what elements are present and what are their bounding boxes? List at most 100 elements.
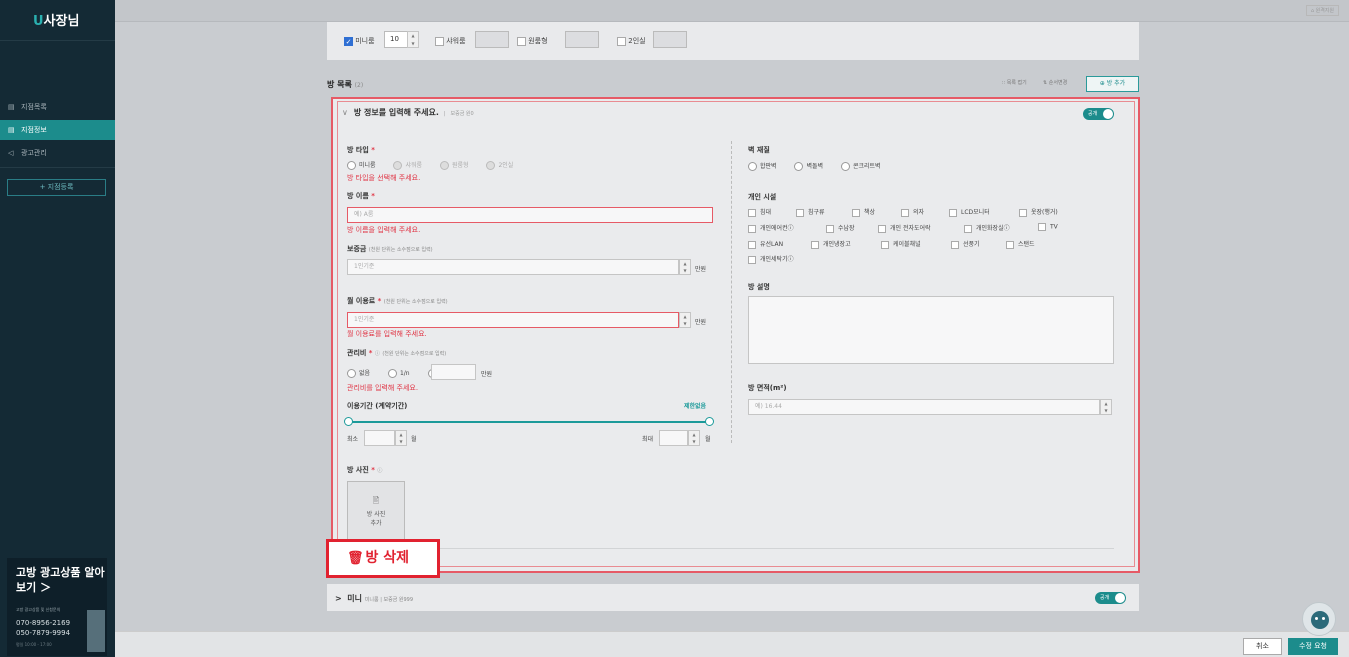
remote-support-link[interactable]: ⌂ 원격지원	[1305, 5, 1339, 16]
public-toggle[interactable]: 공개	[1083, 108, 1114, 120]
period-status: 제한없음	[684, 403, 707, 410]
room-list-title: 방 목록 (2)	[327, 80, 364, 89]
room-area-stepper[interactable]: ▲ ▼	[1100, 399, 1112, 415]
radio-brick[interactable]: 벽돌벽	[794, 162, 831, 171]
room-area-input[interactable]: 예) 16.44	[748, 399, 1100, 415]
room2-public-toggle[interactable]: 공개	[1095, 592, 1126, 604]
add-room-button[interactable]: ⊕ 방 추가	[1086, 76, 1139, 92]
max-period-stepper[interactable]: ▲ ▼	[688, 430, 700, 446]
facility-lan[interactable]: 유선LAN	[748, 239, 783, 249]
room-name-error: 방 이름을 입력해 주세요.	[347, 226, 421, 234]
ad-banner[interactable]: 고방 광고상품 알아보기 ＞ 고방 광고상품 및 신청문의 070-8956-2…	[7, 558, 107, 656]
room-name-label: 방 이름 *	[347, 192, 375, 200]
facility-door-lock[interactable]: 개인 전자도어락	[878, 223, 931, 233]
facilities-checkboxes: 침대 침구류 책상 의자 LCD모니터 옷장(행거) 개인에어컨ⓘ 수납장 개인…	[748, 207, 1118, 264]
room-type-double[interactable]: 2인실	[617, 33, 646, 49]
fold-list-button[interactable]: ∷ 목록 접기	[1002, 79, 1027, 86]
min-period-stepper[interactable]: ▲ ▼	[395, 430, 407, 446]
min-period-input[interactable]	[364, 430, 395, 446]
radio-concrete[interactable]: 콘크리트벽	[840, 162, 889, 171]
period-label: 이용기간 (계약기간)	[347, 402, 408, 410]
max-period-input[interactable]	[659, 430, 688, 446]
column-divider	[731, 141, 732, 443]
management-fee-unit: 만원	[481, 371, 493, 378]
mini-count-stepper[interactable]: ▲ ▼	[407, 31, 419, 48]
facility-fridge[interactable]: 개인냉장고	[811, 239, 851, 249]
double-count-input	[653, 31, 687, 48]
building-illustration	[87, 610, 105, 652]
facility-chair[interactable]: 의자	[901, 207, 924, 217]
radio-plywood[interactable]: 합판벽	[748, 162, 785, 171]
checkbox-icon[interactable]	[517, 36, 526, 46]
facility-bedding[interactable]: 침구류	[796, 207, 825, 217]
monthly-fee-stepper[interactable]: ▲ ▼	[679, 312, 691, 328]
room-form-header[interactable]: ∨ 방 정보를 입력해 주세요. | 보증금 원0	[342, 107, 474, 118]
room-type-label: 방 타입 *	[347, 146, 375, 154]
facility-cable[interactable]: 케이블채널	[881, 239, 921, 249]
period-slider-max-handle[interactable]	[705, 417, 714, 426]
register-branch-button[interactable]: + 지점등록	[7, 179, 106, 196]
facility-bed[interactable]: 침대	[748, 207, 771, 217]
radio-shower: 샤워룸	[393, 161, 430, 170]
info-icon[interactable]: ⓘ	[375, 351, 380, 357]
sidebar-item-ad-management[interactable]: ◁ 광고관리	[0, 143, 115, 163]
radio-double: 2인실	[486, 161, 521, 170]
room-type-error: 방 타입을 선택해 주세요.	[347, 174, 421, 182]
facility-aircon[interactable]: 개인에어컨ⓘ	[748, 223, 794, 233]
mini-count-input[interactable]: 10	[384, 31, 408, 48]
radio-oneroom: 원룸형	[439, 161, 477, 170]
sidebar-divider	[0, 167, 115, 168]
checkbox-icon[interactable]	[435, 36, 444, 46]
facility-storage[interactable]: 수납장	[826, 223, 855, 233]
reorder-button[interactable]: ⇅ 순서변경	[1043, 79, 1067, 86]
facility-bathroom[interactable]: 개인화장실ⓘ	[964, 223, 1010, 233]
ad-subtitle: 고방 광고상품 및 신청문의	[16, 607, 61, 612]
sidebar-item-branch-list[interactable]: ▤ 지점목록	[0, 97, 115, 117]
room-row-mini[interactable]: > 미니 미니룸 | 보증금 원999 공개	[327, 584, 1139, 611]
request-edit-button[interactable]: 수정 요청	[1288, 638, 1338, 655]
monthly-fee-input[interactable]: 1인기준	[347, 312, 679, 328]
facilities-label: 개인 시설	[748, 193, 777, 201]
deposit-unit: 만원	[695, 266, 707, 273]
checkbox-checked-icon[interactable]: ✓	[344, 36, 353, 46]
radio-1n[interactable]: 1/n	[387, 369, 418, 378]
deposit-label: 보증금 (천원 단위는 소수점으로 입력)	[347, 245, 433, 253]
room-type-shower[interactable]: 샤워룸	[435, 33, 466, 49]
facility-fan[interactable]: 선풍기	[951, 239, 980, 249]
chatbot-button[interactable]	[1302, 602, 1336, 636]
cancel-button[interactable]: 취소	[1243, 638, 1282, 655]
min-unit: 월	[411, 436, 417, 443]
min-label: 최소	[347, 436, 359, 443]
logo[interactable]: U사장님	[33, 10, 79, 29]
radio-none[interactable]: 없음	[347, 369, 378, 378]
facility-wardrobe[interactable]: 옷장(행거)	[1019, 207, 1058, 217]
form-divider	[347, 548, 1114, 549]
ad-hours: 평일 10:00 - 17:00	[16, 642, 52, 647]
room-type-oneroom[interactable]: 원룸형	[517, 33, 548, 49]
period-slider-track[interactable]	[348, 421, 709, 423]
deposit-stepper[interactable]: ▲ ▼	[679, 259, 691, 275]
sidebar-divider	[0, 40, 115, 41]
sidebar: U사장님 ▤ 지점목록 ▤ 지점정보 ◁ 광고관리 + 지점등록 고방 광고상품 알아…	[0, 0, 115, 657]
wall-material-label: 벽 재질	[748, 146, 770, 154]
chevron-down-icon: ∨	[342, 108, 348, 117]
delete-room-button[interactable]: 🗑 방 삭제	[326, 539, 440, 578]
add-photo-button[interactable]: 🖹 방 사진 추가	[347, 481, 405, 540]
room-type-mini[interactable]: ✓ 미니룸	[344, 33, 375, 49]
facility-lcd-monitor[interactable]: LCD모니터	[949, 207, 990, 217]
facility-tv[interactable]: TV	[1038, 223, 1058, 231]
room-name-input[interactable]: 예) A룸	[347, 207, 713, 223]
management-fee-input[interactable]	[431, 364, 476, 380]
radio-mini[interactable]: 미니룸	[347, 161, 384, 170]
info-icon[interactable]: ⓘ	[377, 468, 382, 474]
facility-washer[interactable]: 개인세탁기ⓘ	[748, 254, 794, 264]
facility-desk[interactable]: 책상	[852, 207, 875, 217]
facility-lamp[interactable]: 스탠드	[1006, 239, 1035, 249]
period-slider-min-handle[interactable]	[344, 417, 353, 426]
management-fee-error: 관리비를 입력해 주세요.	[347, 384, 419, 392]
deposit-input[interactable]: 1인기준	[347, 259, 679, 275]
sidebar-item-branch-info[interactable]: ▤ 지점정보	[0, 120, 115, 140]
checkbox-icon[interactable]	[617, 36, 626, 46]
room-description-textarea[interactable]	[748, 296, 1114, 364]
megaphone-icon: ◁	[8, 149, 14, 157]
